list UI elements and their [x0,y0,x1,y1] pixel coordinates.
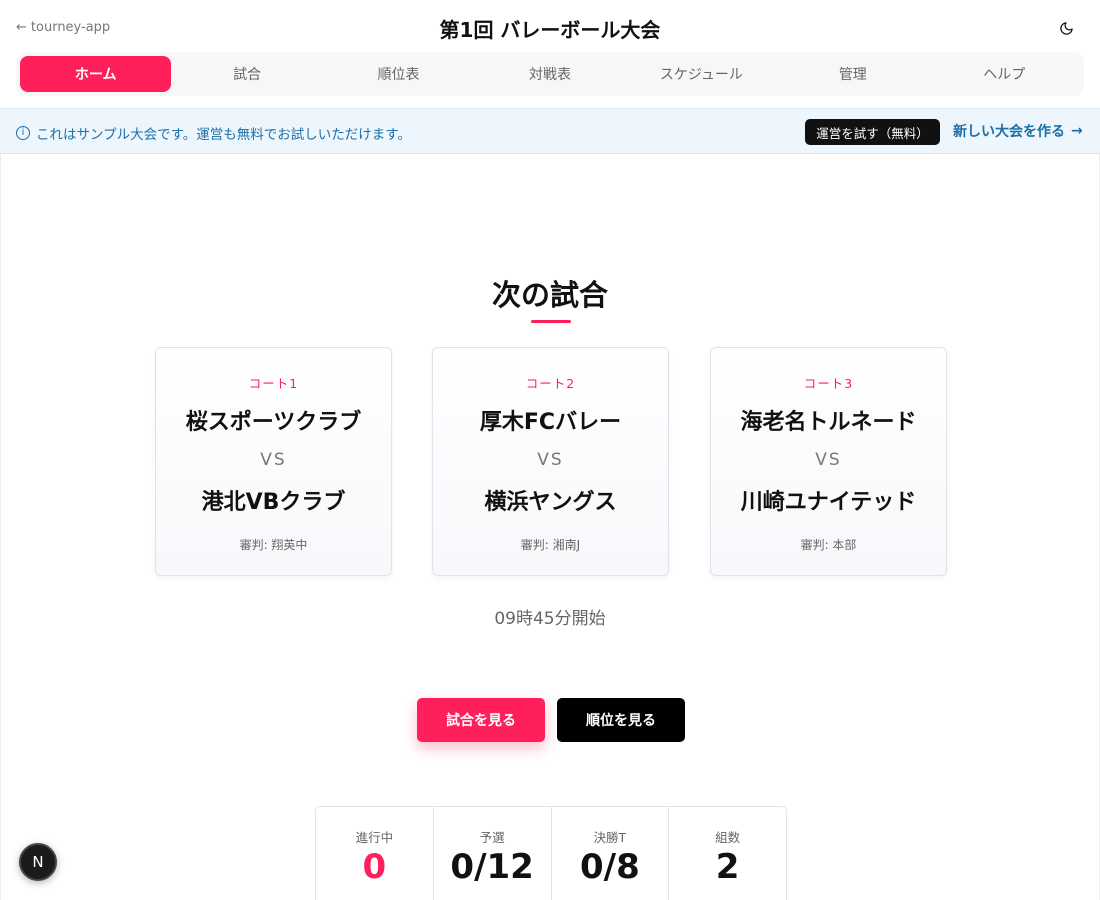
team-home: 桜スポーツクラブ [185,410,362,435]
court-label: コート3 [803,376,854,391]
stat-value: 2 [715,847,740,887]
referee-label: 審判: 翔英中 [239,538,308,552]
team-home: 海老名トルネード [740,410,917,435]
match-card-court1[interactable]: コート1 桜スポーツクラブ VS 港北VBクラブ 審判: 翔英中 [155,347,392,576]
view-matches-button[interactable]: 試合を見る [417,698,545,742]
page-title: 第1回 バレーボール大会 [439,18,661,42]
match-card-court2[interactable]: コート2 厚木FCバレー VS 横浜ヤングス 審判: 湘南J [432,347,669,576]
stat-value: 0/8 [580,847,640,887]
team-away: 港北VBクラブ [201,490,346,515]
main-content: 次の試合 コート1 桜スポーツクラブ VS 港北VBクラブ 審判: 翔英中 コー… [0,154,1100,900]
info-icon: i [16,126,30,140]
stat-value: 0 [362,847,387,887]
section-title: 次の試合 [491,278,608,312]
stat-in-progress: 進行中 0 [316,807,434,900]
stats-panel: 進行中 0 予選 0/12 決勝T 0/8 組数 2 [315,806,787,900]
referee-label: 審判: 本部 [800,538,857,552]
dev-tools-badge[interactable]: N [19,843,57,881]
tab-schedule[interactable]: スケジュール [626,56,777,92]
banner-text: これはサンプル大会です。運営も無料でお試しいただけます。 [36,127,411,143]
vs-label: VS [537,450,564,470]
arrow-right-icon: → [1071,123,1083,139]
new-tournament-link[interactable]: 新しい大会を作る → [953,121,1083,141]
view-standings-button[interactable]: 順位を見る [557,698,685,742]
new-tournament-label: 新しい大会を作る [953,124,1065,140]
referee-label: 審判: 湘南J [520,538,581,552]
tab-help[interactable]: ヘルプ [929,56,1080,92]
banner-message: i これはサンプル大会です。運営も無料でお試しいただけます。 [16,123,411,143]
tab-admin[interactable]: 管理 [777,56,928,92]
moon-icon [1059,21,1073,35]
title-underline [531,320,571,323]
try-admin-button[interactable]: 運営を試す（無料） [805,119,940,145]
tab-matches[interactable]: 試合 [171,56,322,92]
stat-preliminary: 予選 0/12 [434,807,552,900]
stat-label: 決勝T [593,830,627,845]
court-label: コート2 [525,376,576,391]
stat-groups: 組数 2 [669,807,786,900]
match-card-court3[interactable]: コート3 海老名トルネード VS 川崎ユナイテッド 審判: 本部 [710,347,947,576]
tab-standings[interactable]: 順位表 [323,56,474,92]
start-time: 09時45分開始 [494,609,606,629]
stat-label: 予選 [479,830,505,845]
vs-label: VS [815,450,842,470]
stat-label: 組数 [715,830,741,845]
vs-label: VS [260,450,287,470]
tab-bracket[interactable]: 対戦表 [474,56,625,92]
tab-home[interactable]: ホーム [20,56,172,92]
team-away: 横浜ヤングス [484,490,617,515]
team-home: 厚木FCバレー [479,410,622,435]
court-label: コート1 [248,376,299,391]
team-away: 川崎ユナイテッド [740,490,917,515]
sample-banner: i これはサンプル大会です。運営も無料でお試しいただけます。 運営を試す（無料）… [0,108,1100,154]
main-nav: ホーム 試合 順位表 対戦表 スケジュール 管理 ヘルプ [16,52,1084,96]
stat-label: 進行中 [355,830,394,845]
stat-final-tournament: 決勝T 0/8 [552,807,670,900]
theme-toggle-button[interactable] [1056,18,1076,38]
top-bar: ← tourney-app 第1回 バレーボール大会 [0,0,1100,56]
stat-value: 0/12 [450,847,534,887]
